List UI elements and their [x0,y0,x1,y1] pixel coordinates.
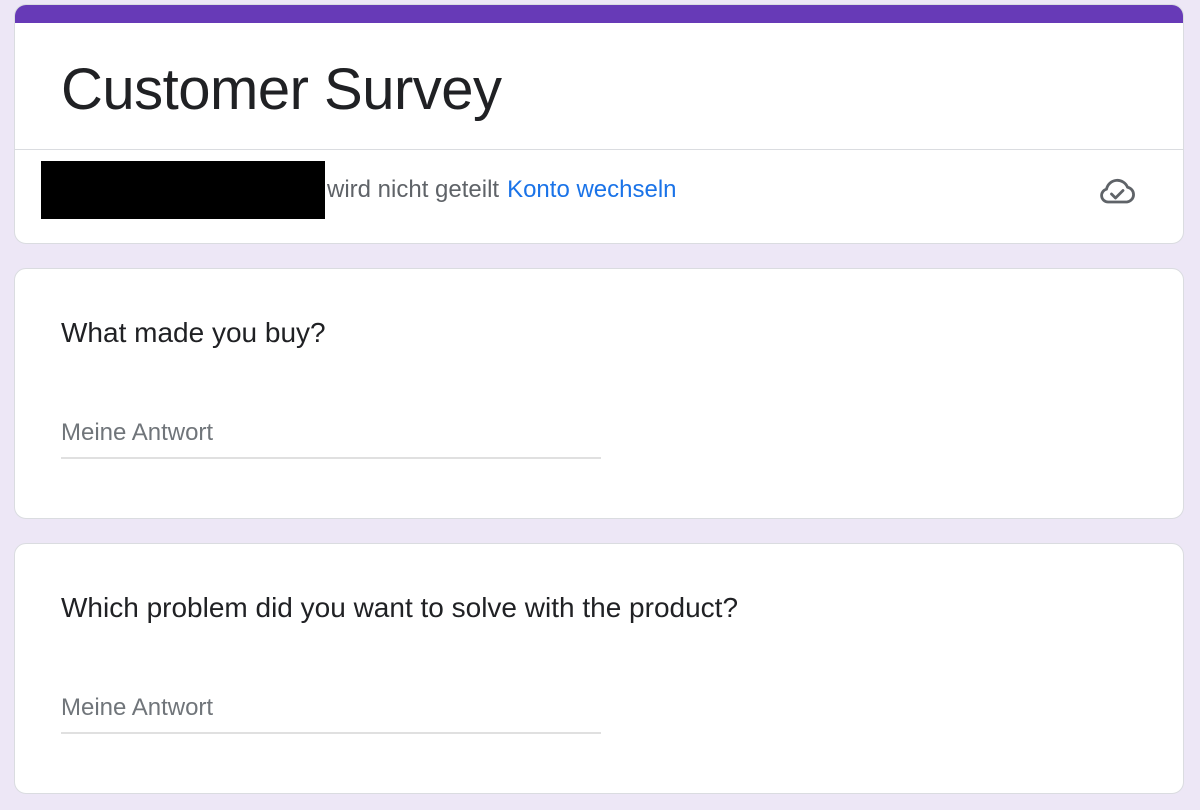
form-title: Customer Survey [61,57,502,122]
account-row: wird nicht geteilt Konto wechseln [41,161,1143,219]
question-title: What made you buy? [61,317,326,348]
answer-input[interactable] [61,409,601,459]
accent-bar [15,5,1183,23]
form-header-card: Customer Survey wird nicht geteilt Konto… [14,4,1184,244]
cloud-check-icon[interactable] [1097,177,1137,205]
switch-account-link[interactable]: Konto wechseln [507,176,676,204]
not-shared-text: wird nicht geteilt [327,176,500,203]
answer-input[interactable] [61,684,601,734]
redacted-email [41,161,325,219]
header-divider [15,149,1183,150]
question-card: What made you buy? [14,268,1184,519]
question-title: Which problem did you want to solve with… [61,592,739,623]
question-card: Which problem did you want to solve with… [14,543,1184,794]
